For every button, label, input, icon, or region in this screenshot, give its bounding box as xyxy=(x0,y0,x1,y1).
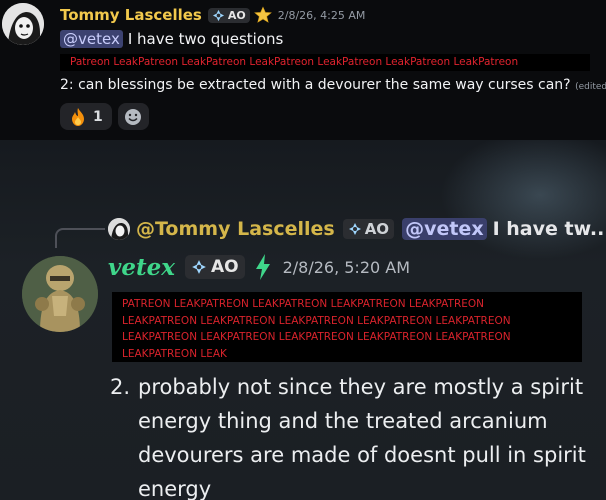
mention[interactable]: @vetex xyxy=(60,30,123,48)
role-tag[interactable]: AO xyxy=(207,7,250,23)
edited-label: (edited) xyxy=(575,82,606,92)
lightning-icon xyxy=(255,254,270,280)
redacted-line: LEAKPATREON LEAK xyxy=(122,347,227,360)
role-tag-label: AO xyxy=(210,257,239,277)
message-1-line-2: 2: can blessings be extracted with a dev… xyxy=(60,77,606,93)
avatar-image-icon xyxy=(108,218,130,240)
list-number: 2. xyxy=(110,375,131,399)
avatar-vetex[interactable] xyxy=(22,256,98,332)
avatar-image-icon xyxy=(2,3,44,45)
username[interactable]: Tommy Lascelles xyxy=(60,6,202,24)
timestamp: 2/8/26, 4:25 AM xyxy=(277,8,366,22)
reply-preview[interactable]: @Tommy Lascelles AO @vetex I have tw... xyxy=(108,216,606,242)
redacted-line: PATREON LEAKPATREON LEAKPATREON LEAKPATR… xyxy=(122,298,485,310)
redacted-line: LEAKPATREON LEAKPATREON LEAKPATREON LEAK… xyxy=(122,314,511,327)
message-text: 2: can blessings be extracted with a dev… xyxy=(60,77,571,93)
reply-mention[interactable]: @vetex xyxy=(402,218,487,240)
message-2: @Tommy Lascelles AO @vetex I have tw... … xyxy=(0,140,606,500)
add-reaction-button[interactable] xyxy=(117,103,149,130)
add-reaction-icon xyxy=(125,108,142,125)
timestamp: 2/8/26, 5:20 AM xyxy=(282,257,411,277)
reply-role-tag-label: AO xyxy=(364,220,390,238)
reply-username[interactable]: @Tommy Lascelles xyxy=(136,218,335,240)
avatar-image-icon xyxy=(22,256,98,332)
numbered-list-item: 2. probably not since they are mostly a … xyxy=(110,370,590,500)
reply-role-tag: AO xyxy=(342,219,395,239)
redacted-banner: PATREON LEAKPATREON LEAKPATREON LEAKPATR… xyxy=(112,292,582,362)
fire-emoji xyxy=(72,107,84,126)
reactions: 1 xyxy=(60,103,149,130)
ao-badge-icon xyxy=(348,223,361,235)
reply-connector xyxy=(55,228,105,248)
role-tag[interactable]: AO xyxy=(184,255,245,279)
star-icon xyxy=(253,6,272,23)
reply-text: I have tw... xyxy=(492,218,606,240)
ao-badge-icon xyxy=(192,260,206,274)
username[interactable]: vetex xyxy=(108,254,175,281)
message-text: I have two questions xyxy=(127,30,284,48)
background-glow xyxy=(440,140,606,260)
avatar-tommy[interactable] xyxy=(2,3,44,45)
ao-badge-icon xyxy=(212,9,224,21)
reaction-fire[interactable]: 1 xyxy=(60,103,112,130)
message-2-header: vetex AO 2/8/26, 5:20 AM xyxy=(108,250,410,284)
reaction-count: 1 xyxy=(93,108,103,125)
message-1: Tommy Lascelles AO 2/8/26, 4:25 AM @vete… xyxy=(0,0,606,140)
redacted-line: LEAKPATREON LEAKPATREON LEAKPATREON LEAK… xyxy=(122,331,511,343)
redacted-banner: Patreon LeakPatreon LeakPatreon LeakPatr… xyxy=(60,54,590,71)
message-1-line-1: @vetex I have two questions xyxy=(60,28,283,50)
message-1-header: Tommy Lascelles AO 2/8/26, 4:25 AM xyxy=(60,4,365,26)
role-tag-label: AO xyxy=(227,8,246,22)
answer-text: probably not since they are mostly a spi… xyxy=(138,375,586,500)
reply-avatar xyxy=(108,218,130,240)
